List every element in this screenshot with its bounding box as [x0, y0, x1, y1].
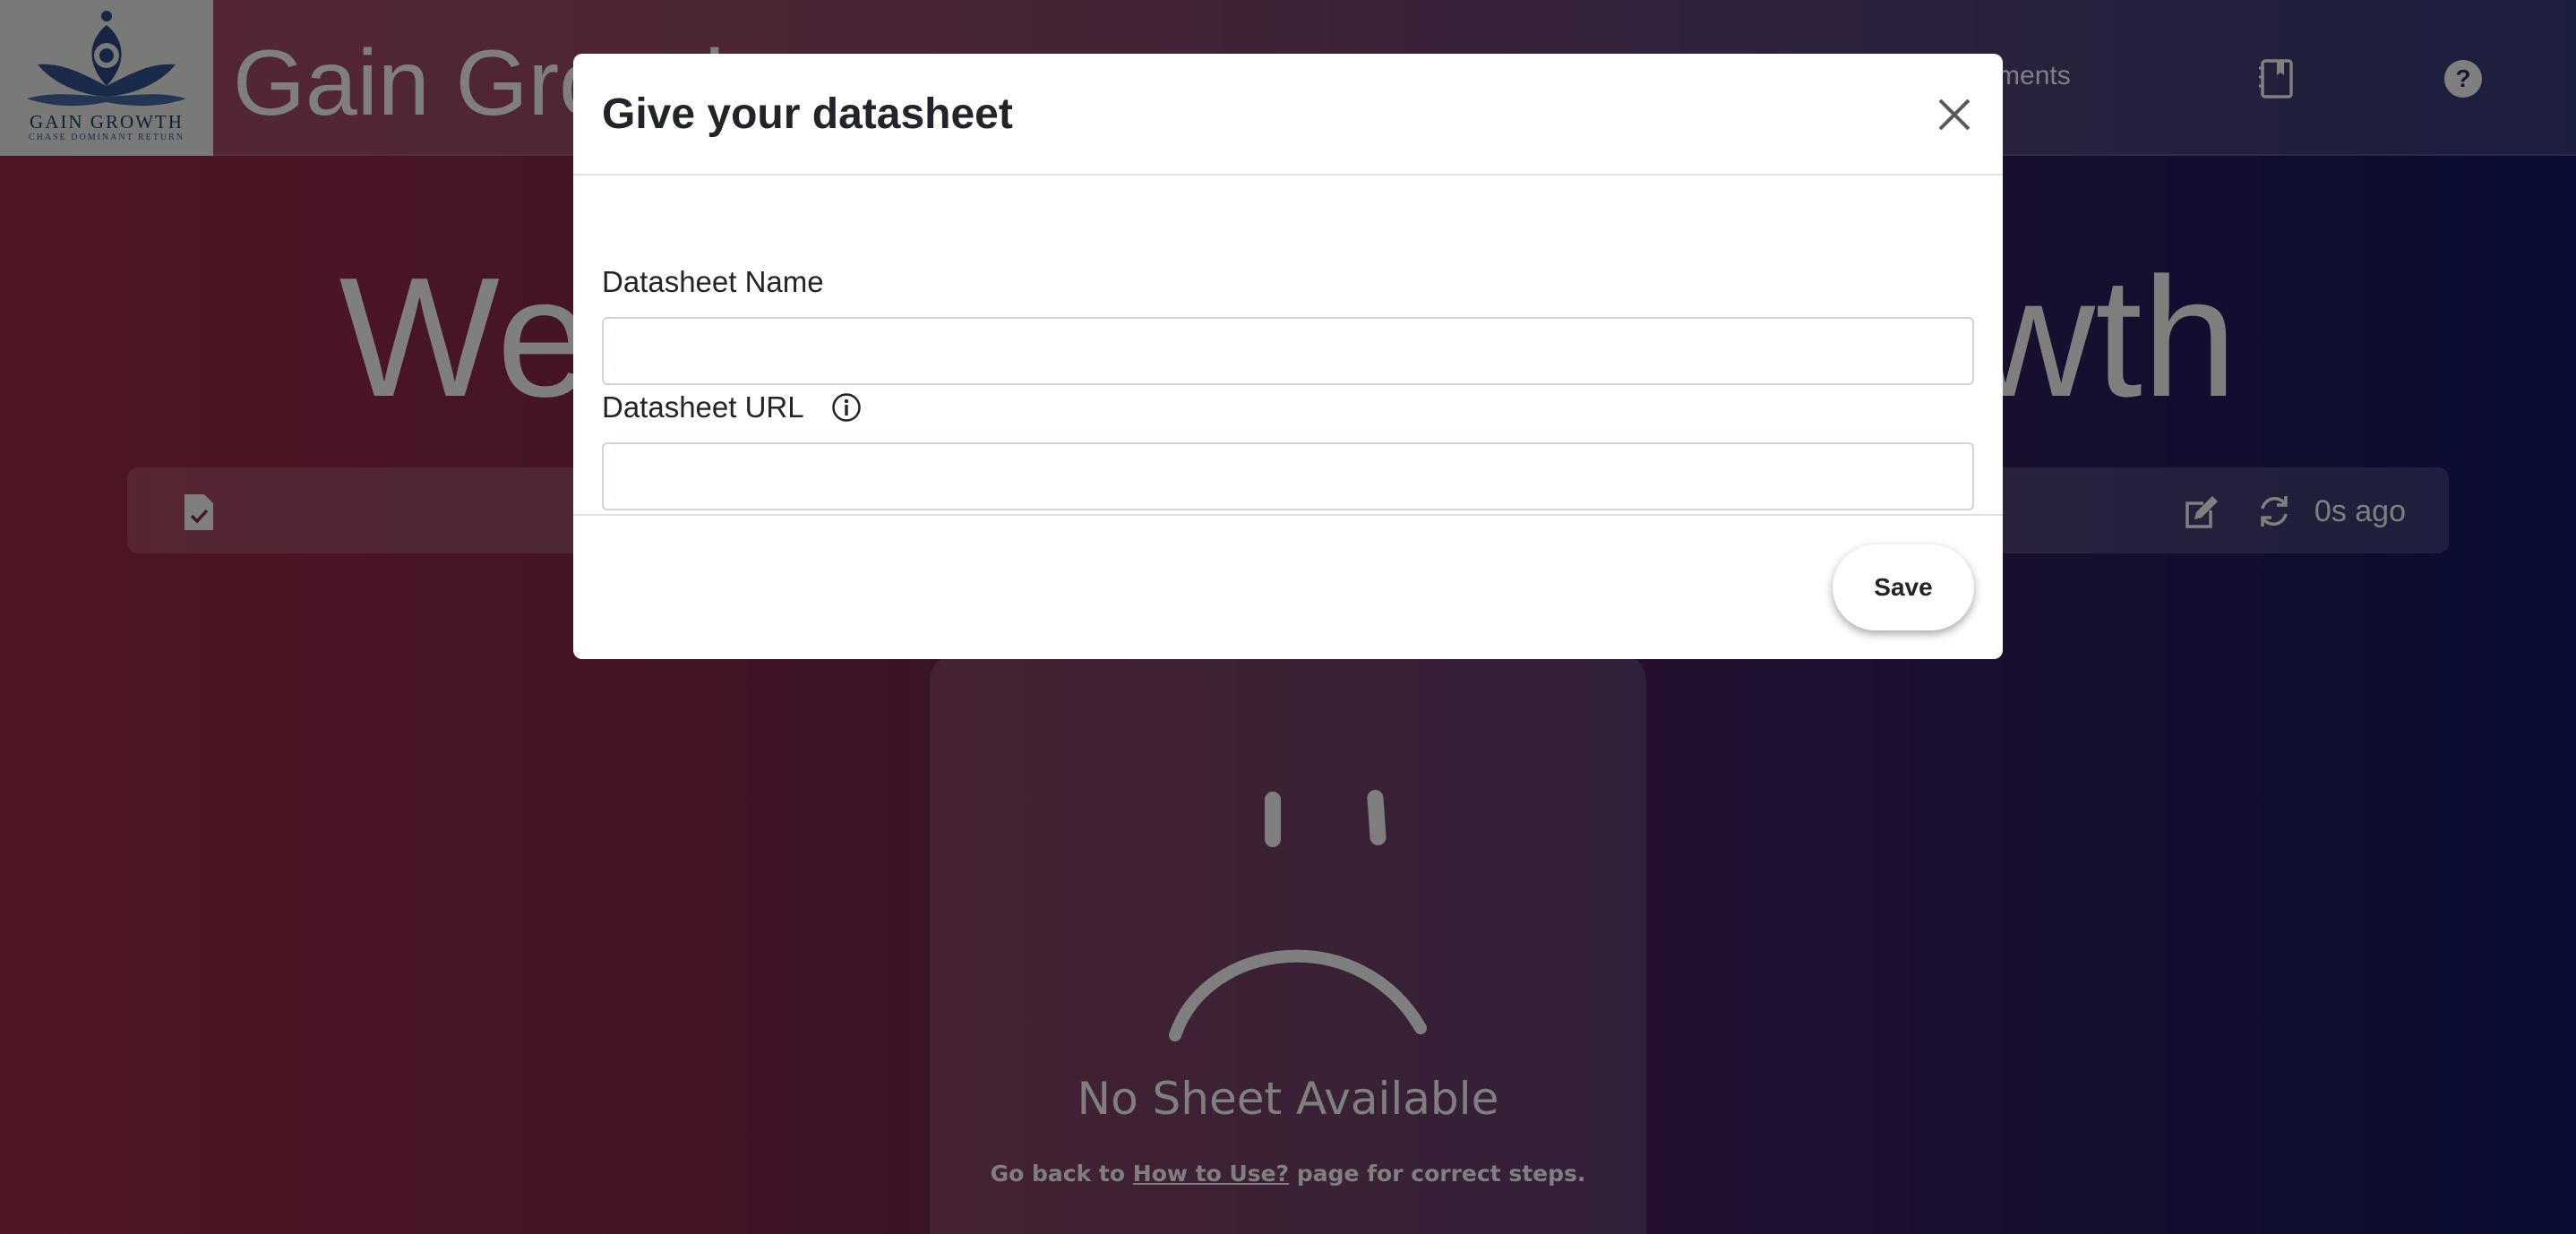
modal-title: Give your datasheet — [602, 90, 1013, 138]
info-icon[interactable] — [831, 392, 862, 423]
datasheet-name-input[interactable] — [602, 317, 1974, 385]
datasheet-url-input[interactable] — [602, 442, 1974, 510]
close-icon — [1938, 99, 1971, 131]
close-button[interactable] — [1929, 90, 1979, 140]
modal-footer: Save — [573, 514, 2003, 659]
datasheet-name-label: Datasheet Name — [602, 265, 824, 298]
save-button[interactable]: Save — [1833, 544, 1974, 630]
modal-header: Give your datasheet — [573, 54, 2003, 176]
datasheet-url-label: Datasheet URL — [602, 390, 804, 424]
datasheet-modal: Give your datasheet Datasheet Name Datas… — [573, 54, 2003, 659]
